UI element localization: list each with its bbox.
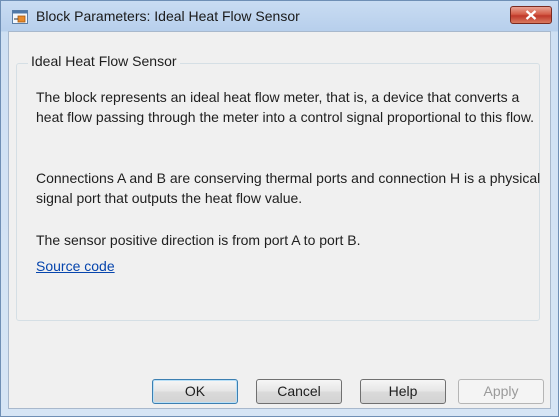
description-paragraph: Connections A and B are conserving therm…: [36, 170, 541, 206]
description-paragraph: The sensor positive direction is from po…: [36, 232, 361, 248]
simulink-block-icon: [12, 10, 28, 24]
apply-button: Apply: [458, 379, 544, 404]
close-button[interactable]: [510, 6, 552, 24]
close-icon: [525, 10, 537, 20]
ok-button[interactable]: OK: [152, 379, 238, 404]
block-parameters-dialog: Block Parameters: Ideal Heat Flow Sensor…: [0, 0, 559, 417]
dialog-client-area: Ideal Heat Flow Sensor The block represe…: [8, 31, 551, 409]
help-button[interactable]: Help: [360, 379, 446, 404]
cancel-button[interactable]: Cancel: [256, 379, 342, 404]
window-title: Block Parameters: Ideal Heat Flow Sensor: [36, 8, 300, 24]
group-title: Ideal Heat Flow Sensor: [28, 53, 180, 69]
source-code-link[interactable]: Source code: [36, 258, 115, 274]
title-bar[interactable]: Block Parameters: Ideal Heat Flow Sensor: [1, 1, 558, 31]
description-paragraph: The block represents an ideal heat flow …: [36, 89, 535, 125]
